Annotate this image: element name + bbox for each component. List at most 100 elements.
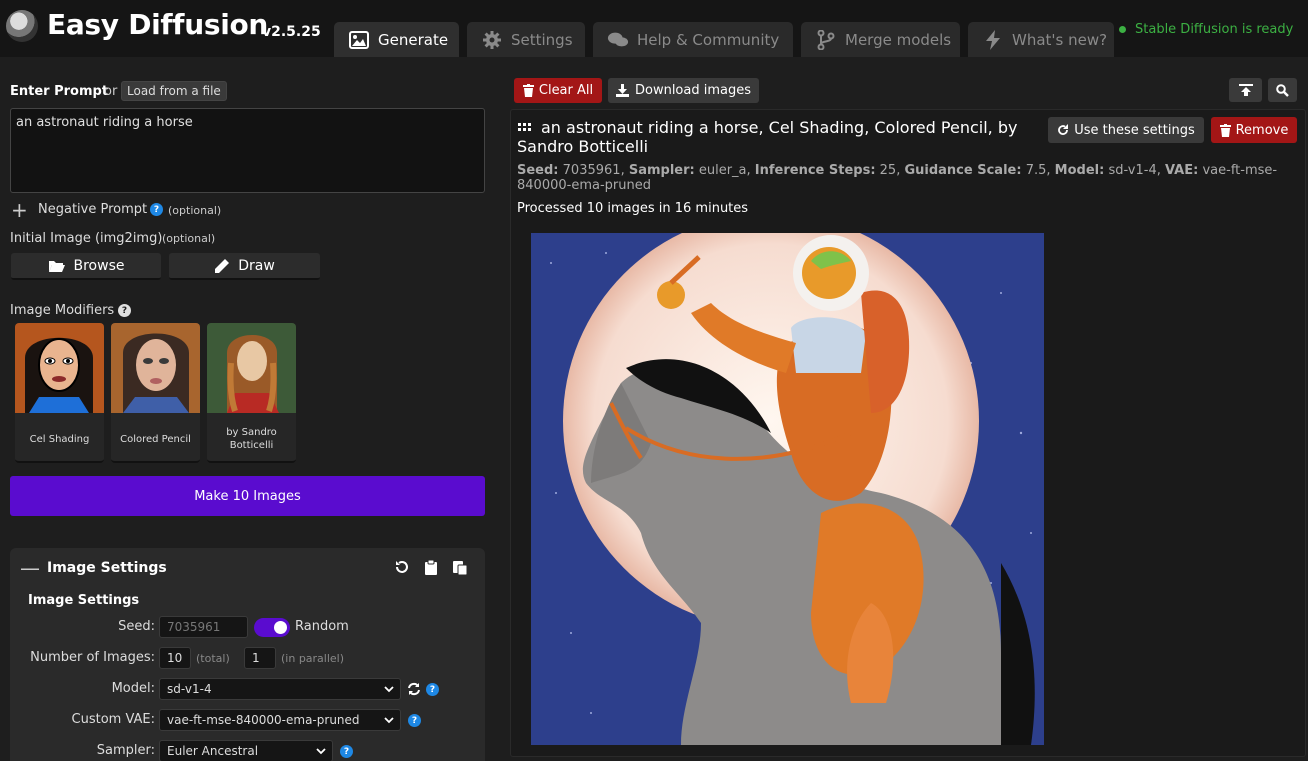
modifier-label: by Sandro Botticelli <box>226 427 277 451</box>
app-version: v2.5.25 <box>262 24 321 40</box>
generated-image[interactable] <box>531 233 1044 745</box>
modifier-thumbnail <box>111 323 200 413</box>
collapse-up-icon <box>1238 84 1253 96</box>
draw-label: Draw <box>238 257 275 274</box>
initial-image-label: Initial Image (img2img) <box>10 231 163 246</box>
clear-all-button[interactable]: Clear All <box>514 78 602 103</box>
trash-icon <box>522 84 534 97</box>
tab-label: Help & Community <box>637 30 780 49</box>
download-icon <box>615 84 629 97</box>
optional-hint: (optional) <box>162 232 216 245</box>
sampler-select[interactable]: Euler Ancestral <box>159 740 333 761</box>
pencil-icon <box>214 258 230 274</box>
comments-icon <box>607 29 629 51</box>
code-branch-icon <box>815 29 837 51</box>
result-metadata: Seed: 7035961, Sampler: euler_a, Inferen… <box>517 163 1278 193</box>
model-label: Model: <box>111 681 155 696</box>
number-of-images-label: Number of Images: <box>30 650 155 665</box>
download-images-button[interactable]: Download images <box>608 78 759 103</box>
tab-settings[interactable]: Settings <box>467 22 585 57</box>
redo-icon <box>1057 124 1069 136</box>
image-settings-subtitle: Image Settings <box>28 593 140 608</box>
random-label: Random <box>295 619 349 634</box>
status-indicator: Stable Diffusion is ready <box>1119 22 1293 37</box>
modifier-thumbnail <box>207 323 296 413</box>
negative-prompt-label[interactable]: Negative Prompt <box>38 202 147 217</box>
browse-button[interactable]: Browse <box>11 253 161 280</box>
result-prompt: an astronaut riding a horse, Cel Shading… <box>517 118 1018 156</box>
prompt-label: Enter Prompt <box>10 84 109 99</box>
make-images-button[interactable]: Make 10 Images <box>10 476 485 516</box>
collapse-all-button[interactable] <box>1229 78 1262 102</box>
optional-hint: (optional) <box>168 204 222 217</box>
remove-button[interactable]: Remove <box>1211 117 1297 143</box>
help-icon[interactable]: ? <box>426 683 439 696</box>
image-settings-title[interactable]: Image Settings <box>47 560 167 576</box>
use-these-settings-label: Use these settings <box>1074 122 1195 138</box>
random-seed-toggle[interactable] <box>254 618 290 637</box>
tab-label: Merge models <box>845 30 952 49</box>
left-panel: Enter Prompt or Load from a file an astr… <box>0 57 500 761</box>
model-value: sd-v1-4 <box>167 682 212 696</box>
app-logo <box>6 10 38 42</box>
custom-vae-select[interactable]: vae-ft-mse-840000-ema-pruned <box>159 709 401 731</box>
custom-vae-value: vae-ft-mse-840000-ema-pruned <box>167 713 360 727</box>
app-title: Easy Diffusion <box>47 8 269 41</box>
processed-status: Processed 10 images in 16 minutes <box>517 201 749 216</box>
num-images-parallel-input[interactable]: 1 <box>244 647 276 669</box>
tab-label: Settings <box>511 30 573 49</box>
help-icon[interactable]: ? <box>150 203 163 216</box>
model-select[interactable]: sd-v1-4 <box>159 678 401 700</box>
total-hint: (total) <box>196 652 230 665</box>
modifier-label: Cel Shading <box>29 433 90 445</box>
help-icon[interactable]: ? <box>118 304 131 317</box>
modifier-card-cel-shading[interactable]: Cel Shading <box>15 323 104 463</box>
zoom-button[interactable] <box>1268 78 1297 102</box>
draw-button[interactable]: Draw <box>169 253 320 280</box>
modifier-thumbnail <box>15 323 104 413</box>
num-images-total-input[interactable]: 10 <box>159 647 191 669</box>
search-icon <box>1276 83 1289 97</box>
image-settings-panel: — Image Settings Image Settings Seed: 70… <box>10 548 485 761</box>
seed-label: Seed: <box>118 619 155 634</box>
collapse-minus-icon[interactable]: — <box>20 556 40 580</box>
sampler-value: Euler Ancestral <box>167 744 259 758</box>
expand-plus-icon[interactable]: + <box>11 200 28 220</box>
bolt-icon <box>982 29 1004 51</box>
tab-whats-new[interactable]: What's new? <box>968 22 1114 57</box>
image-icon <box>348 29 370 51</box>
tab-label: Generate <box>378 30 449 49</box>
modifier-card-by-sandro-botticelli[interactable]: by Sandro Botticelli <box>207 323 296 463</box>
browse-label: Browse <box>73 257 125 274</box>
custom-vae-label: Custom VAE: <box>71 712 155 727</box>
chevron-down-icon <box>316 744 326 758</box>
download-images-label: Download images <box>634 83 752 98</box>
status-dot-icon <box>1119 26 1126 33</box>
modifier-card-colored-pencil[interactable]: Colored Pencil <box>111 323 200 463</box>
clipboard-icon[interactable] <box>422 558 440 576</box>
tab-generate[interactable]: Generate <box>334 22 459 57</box>
remove-label: Remove <box>1235 122 1289 138</box>
seed-input[interactable]: 7035961 <box>159 616 248 638</box>
reset-icon[interactable] <box>393 558 411 576</box>
status-text: Stable Diffusion is ready <box>1135 22 1294 37</box>
refresh-icon[interactable] <box>407 682 421 700</box>
help-icon[interactable]: ? <box>340 745 353 758</box>
sampler-label: Sampler: <box>96 743 155 758</box>
folder-open-icon <box>48 259 66 273</box>
tab-label: What's new? <box>1012 30 1108 49</box>
tab-help-community[interactable]: Help & Community <box>593 22 793 57</box>
help-icon[interactable]: ? <box>408 714 421 727</box>
parallel-hint: (in parallel) <box>281 652 345 665</box>
use-these-settings-button[interactable]: Use these settings <box>1048 117 1204 143</box>
modifier-label: Colored Pencil <box>120 433 191 445</box>
trash-icon <box>1219 123 1231 137</box>
paste-icon[interactable] <box>451 558 469 576</box>
tab-merge-models[interactable]: Merge models <box>801 22 960 57</box>
top-bar: Easy Diffusion v2.5.25 Generate Settings… <box>0 0 1308 57</box>
chevron-down-icon <box>384 713 394 727</box>
load-from-file-button[interactable]: Load from a file <box>121 81 227 101</box>
prompt-textarea[interactable]: an astronaut riding a horse <box>10 108 485 193</box>
toggle-knob <box>274 621 287 634</box>
chevron-down-icon <box>384 682 394 696</box>
